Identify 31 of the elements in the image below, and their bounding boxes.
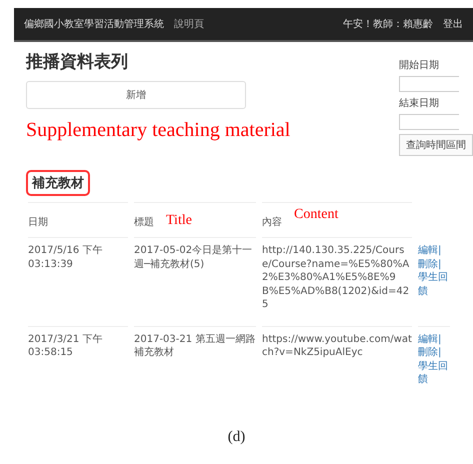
figure-caption: (d) (228, 429, 246, 446)
section-heading: 補充教材 (26, 170, 90, 196)
title-cell-text: 2017-03-21 第五週一網路補充教材 (134, 332, 256, 360)
end-date-label: 結束日期 (399, 96, 440, 110)
annotation-label: Title (166, 213, 192, 229)
query-button[interactable]: 查詢時間區間 (399, 134, 473, 156)
nav-link[interactable]: 說明頁 (174, 17, 204, 31)
column-header: 日期 (28, 216, 48, 229)
annotation-label: Content (294, 207, 338, 223)
annotation-label: Supplementary teaching material (26, 119, 292, 142)
action-link[interactable]: 編輯| (418, 332, 450, 346)
content-cell-text: https://www.youtube.com/watch?v=NkZ5ipuAlEyc (262, 332, 412, 360)
user-greeting: 午安！教師：賴惠齡 (343, 18, 433, 31)
title-cell: 2017-05-02今日是第十一週─補充教材(5) (134, 238, 256, 326)
start-date-label: 開始日期 (399, 58, 440, 72)
action-link[interactable]: 學生回饋 (418, 360, 450, 386)
action-link[interactable]: 刪除| (418, 346, 450, 360)
page-title: 推播資料表列 (26, 51, 129, 73)
logout-link[interactable]: 登出 (443, 17, 463, 31)
action-link[interactable]: 編輯| (418, 244, 450, 258)
content-cell: http://140.130.35.225/Course/Course?name=%E5%80%A2%E3%80%A1%E5%8E%9B%E5%AD%B8(1202)&id=425 (262, 238, 412, 326)
add-button[interactable]: 新增 (26, 81, 246, 109)
date-cell: 2017/5/16 下午 03:13:39 (28, 238, 128, 326)
column-header: 內容 (262, 216, 282, 229)
date-cell-text: 2017/3/21 下午 03:58:15 (28, 332, 104, 360)
end-date-field[interactable] (399, 114, 459, 130)
start-date-field[interactable] (399, 76, 459, 92)
app-title[interactable]: 偏鄉國小教室學習活動管理系統 (24, 17, 164, 31)
column-header: 標題 (134, 216, 154, 229)
action-link[interactable]: 學生回饋 (418, 271, 450, 298)
action-link[interactable]: 刪除| (418, 258, 450, 271)
